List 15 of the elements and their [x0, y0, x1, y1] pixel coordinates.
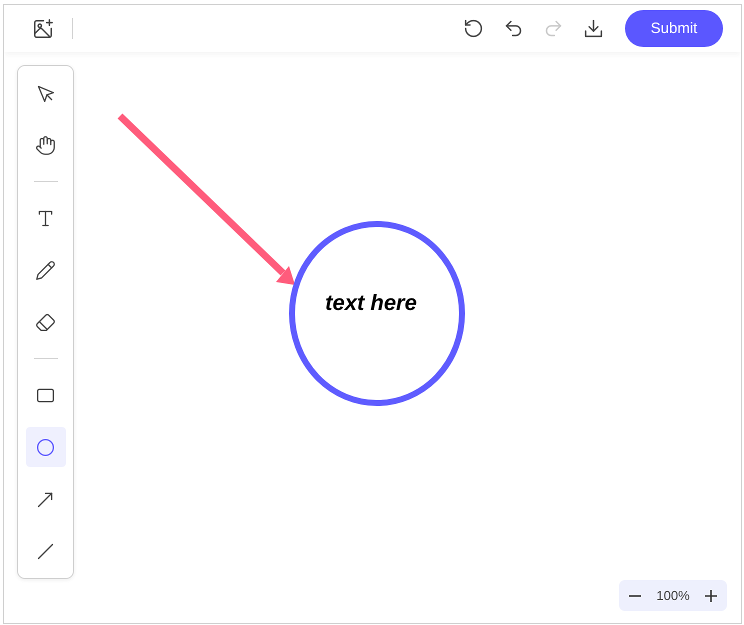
pencil-icon	[35, 260, 56, 280]
plus-icon	[705, 590, 717, 602]
submit-button[interactable]: Submit	[625, 10, 723, 47]
add-image-button[interactable]	[31, 16, 55, 40]
reset-icon	[462, 18, 484, 39]
image-plus-icon	[32, 18, 54, 40]
ellipse-tool-button[interactable]	[26, 427, 66, 467]
hand-icon	[35, 134, 56, 156]
circle-icon	[35, 436, 56, 458]
undo-icon	[502, 18, 524, 39]
zoom-in-button[interactable]	[705, 590, 717, 602]
download-icon	[582, 18, 604, 39]
zoom-level: 100%	[656, 588, 690, 603]
eraser-icon	[35, 312, 56, 332]
shape-text: text here	[325, 290, 417, 316]
